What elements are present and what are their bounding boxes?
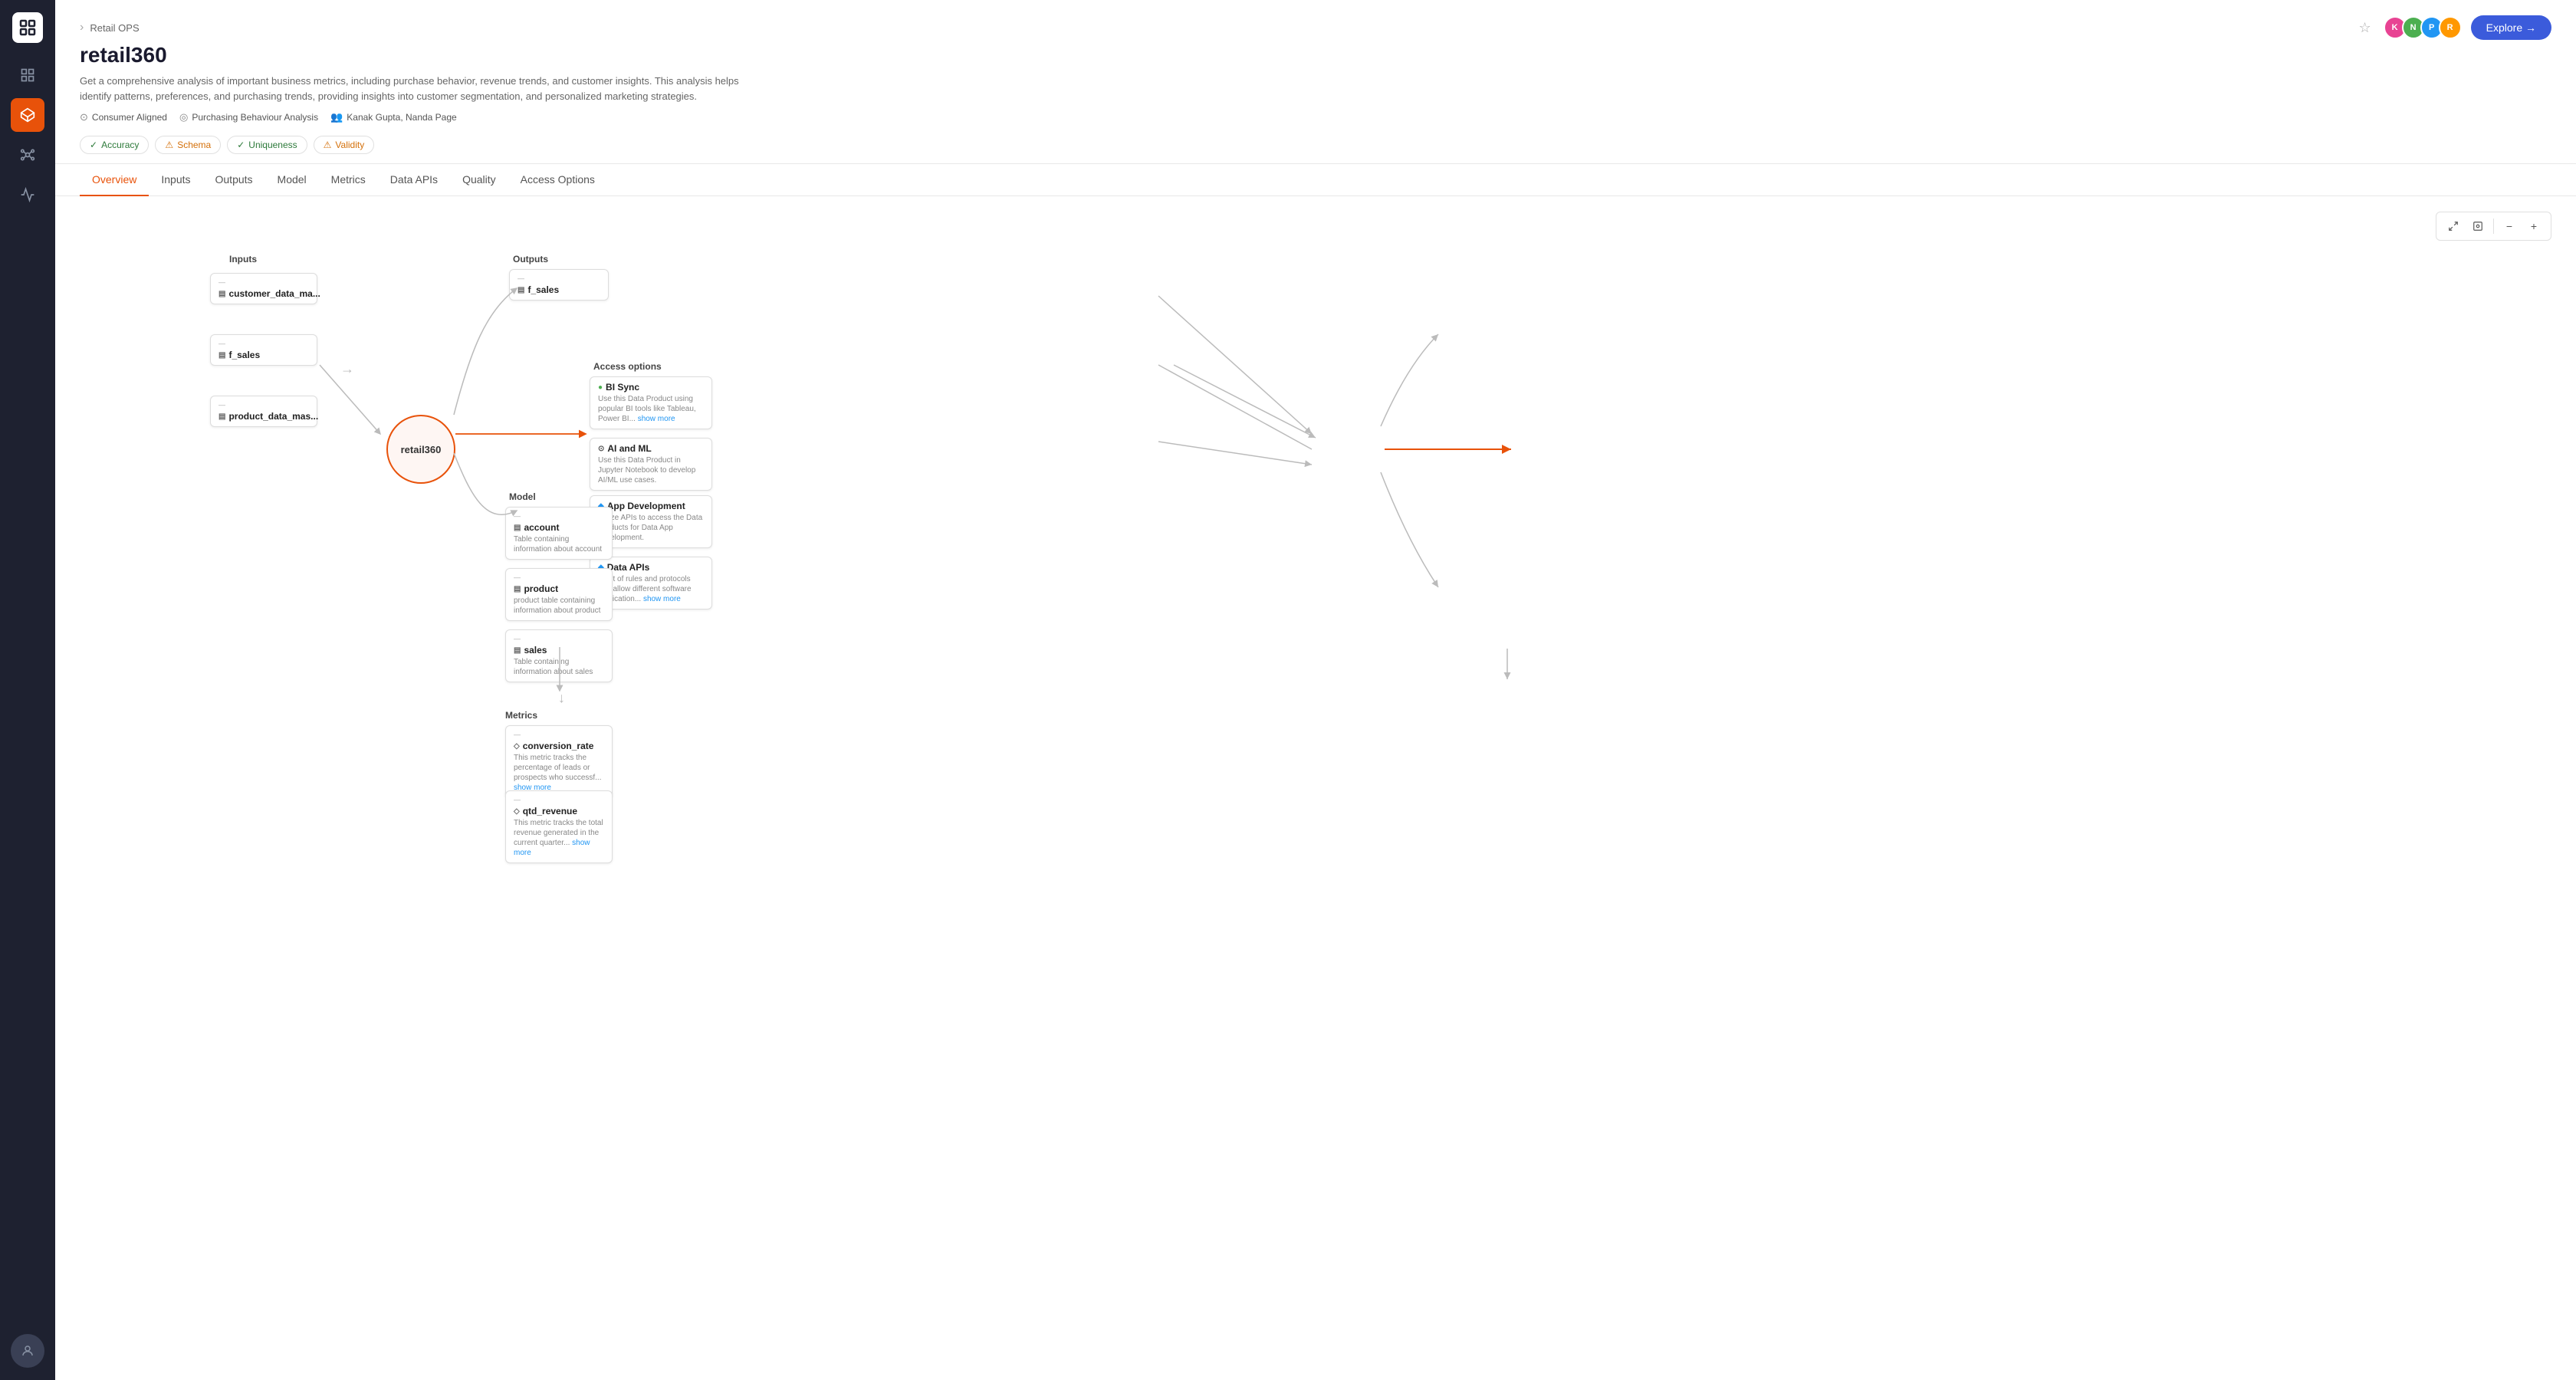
tab-data-apis[interactable]: Data APIs (378, 164, 450, 196)
diagram-nodes: Inputs — ▤ customer_data_ma... — ▤ f_sal… (80, 212, 923, 672)
qtd-show-more[interactable]: show more (514, 839, 590, 857)
validity-warn-icon: ⚠ (324, 140, 332, 150)
tab-outputs[interactable]: Outputs (203, 164, 265, 196)
schema-label: Schema (177, 140, 211, 150)
breadcrumb-label: Retail OPS (90, 22, 139, 34)
page-title: retail360 (80, 43, 2551, 67)
product-table-icon: ▤ (514, 585, 521, 593)
uniqueness-label: Uniqueness (248, 140, 297, 150)
uniqueness-check-icon: ✓ (237, 140, 245, 150)
quality-badges: ✓ Accuracy ⚠ Schema ✓ Uniqueness ⚠ Valid… (80, 136, 2551, 163)
tab-inputs[interactable]: Inputs (149, 164, 202, 196)
arrow-input-center: → (340, 361, 354, 377)
sales-table-icon: ▤ (514, 646, 521, 655)
bi-sync-icon: ● (598, 383, 603, 392)
metric-icon-1: ◇ (514, 742, 520, 751)
arrow-model-metrics: → (556, 692, 572, 706)
favorite-icon[interactable]: ☆ (2359, 20, 2371, 36)
table-icon-3: ▤ (219, 412, 225, 421)
analysis-label: Purchasing Behaviour Analysis (192, 112, 318, 123)
sidebar-bottom (11, 1334, 44, 1368)
output-node-fsales[interactable]: — ▤ f_sales (509, 269, 609, 301)
meta-analysis: ◎ Purchasing Behaviour Analysis (179, 111, 318, 123)
metric-conversion-rate[interactable]: — ◇ conversion_rate This metric tracks t… (505, 725, 613, 798)
badge-validity[interactable]: ⚠ Validity (314, 136, 375, 154)
diagram-area: − + (55, 196, 2576, 1380)
model-sales[interactable]: — ▤ sales Table containing information a… (505, 629, 613, 682)
inputs-section-label: Inputs (229, 254, 257, 264)
metric-qtd-revenue[interactable]: — ◇ qtd_revenue This metric tracks the t… (505, 790, 613, 863)
table-icon-2: ▤ (219, 351, 225, 360)
account-table-icon: ▤ (514, 524, 521, 532)
validity-label: Validity (335, 140, 364, 150)
meta-owners: 👥 Kanak Gupta, Nanda Page (330, 111, 457, 123)
app-logo[interactable] (12, 12, 43, 43)
avatar-4: R (2439, 16, 2462, 39)
badge-accuracy[interactable]: ✓ Accuracy (80, 136, 149, 154)
input-node-fsales[interactable]: — ▤ f_sales (210, 334, 317, 366)
domain-icon: ⊙ (80, 111, 88, 123)
sidebar-item-data[interactable] (11, 98, 44, 132)
input-node-customer[interactable]: — ▤ customer_data_ma... (210, 273, 317, 304)
sidebar (0, 0, 55, 1380)
tab-access-options[interactable]: Access Options (508, 164, 607, 196)
domain-label: Consumer Aligned (92, 112, 167, 123)
schema-warn-icon: ⚠ (165, 140, 173, 150)
table-icon-out: ▤ (518, 286, 524, 294)
user-avatar-icon[interactable] (11, 1334, 44, 1368)
page-header: › Retail OPS ☆ K N P R Explore → retail3… (55, 0, 2576, 164)
tabs: Overview Inputs Outputs Model Metrics Da… (55, 164, 2576, 196)
tab-model[interactable]: Model (265, 164, 319, 196)
accuracy-check-icon: ✓ (90, 140, 97, 150)
center-node-retail360[interactable]: retail360 (386, 415, 455, 484)
sidebar-item-grid[interactable] (11, 58, 44, 92)
table-icon: ▤ (219, 290, 225, 298)
outputs-section-label: Outputs (513, 254, 548, 264)
show-more-link[interactable]: show more (638, 415, 675, 423)
model-section-label: Model (509, 491, 536, 502)
header-actions: ☆ K N P R Explore → (2359, 15, 2552, 40)
accuracy-label: Accuracy (101, 140, 139, 150)
access-ai-ml[interactable]: ⊙ AI and ML Use this Data Product in Jup… (590, 438, 712, 491)
explore-button[interactable]: Explore → (2471, 15, 2551, 40)
ai-icon: ⊙ (598, 445, 604, 453)
model-account[interactable]: — ▤ account Table containing information… (505, 507, 613, 560)
tab-overview[interactable]: Overview (80, 164, 149, 196)
owners-icon: 👥 (330, 111, 343, 123)
metrics-section-label: Metrics (505, 710, 537, 721)
sidebar-item-nodes[interactable] (11, 138, 44, 172)
metric-icon-2: ◇ (514, 807, 520, 816)
input-node-product[interactable]: — ▤ product_data_mas... (210, 396, 317, 427)
analysis-icon: ◎ (179, 111, 188, 123)
tab-quality[interactable]: Quality (450, 164, 508, 196)
access-bi-sync[interactable]: ● BI Sync Use this Data Product using po… (590, 376, 712, 429)
access-options-section-label: Access options (593, 361, 662, 372)
owners-label: Kanak Gupta, Nanda Page (347, 112, 456, 123)
tab-metrics[interactable]: Metrics (319, 164, 378, 196)
meta-domain: ⊙ Consumer Aligned (80, 111, 167, 123)
page-description: Get a comprehensive analysis of importan… (80, 74, 770, 104)
breadcrumb: › Retail OPS (80, 21, 140, 34)
header-top-row: › Retail OPS ☆ K N P R Explore → (80, 15, 2551, 40)
model-product[interactable]: — ▤ product product table containing inf… (505, 568, 613, 621)
data-apis-show-more[interactable]: show more (643, 595, 681, 603)
badge-schema[interactable]: ⚠ Schema (155, 136, 221, 154)
main-content: › Retail OPS ☆ K N P R Explore → retail3… (55, 0, 2576, 1380)
breadcrumb-back-icon[interactable]: › (80, 21, 84, 34)
avatar-group: K N P R (2384, 16, 2462, 39)
center-node-label: retail360 (401, 444, 442, 455)
meta-tags: ⊙ Consumer Aligned ◎ Purchasing Behaviou… (80, 111, 2551, 123)
account-desc: Table containing information about accou… (514, 534, 604, 554)
sidebar-item-activity[interactable] (11, 178, 44, 212)
badge-uniqueness[interactable]: ✓ Uniqueness (227, 136, 307, 154)
